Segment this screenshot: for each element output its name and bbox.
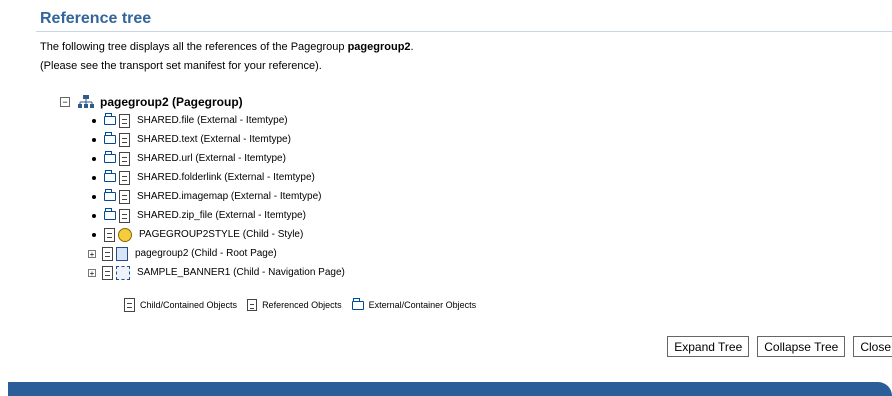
bullet-icon [92,118,96,123]
folder-icon [104,132,116,144]
pagegroup-tree-icon [78,95,94,108]
expand-toggle[interactable]: + [88,249,96,258]
tree-item-label[interactable]: PAGEGROUP2STYLE (Child - Style) [139,229,303,240]
tree-item: + SAMPLE_BANNER1 (Child - Navigation Pag… [60,263,345,282]
legend-referenced: Referenced Objects [247,299,342,311]
bullet-icon [92,194,96,199]
tree-item: PAGEGROUP2STYLE (Child - Style) [60,225,345,244]
folder-icon [351,297,364,310]
page-icon [116,246,128,261]
legend: Child/Contained Objects Referenced Objec… [124,297,486,312]
tree-item: SHARED.zip_file (External - Itemtype) [60,206,345,225]
tree-item-label[interactable]: SHARED.imagemap (External - Itemtype) [137,191,322,202]
legend-external: External/Container Objects [351,297,477,310]
pagegroup-name: pagegroup2 [347,41,411,53]
folder-icon [104,151,116,163]
bullet-icon [92,137,96,142]
button-bar: Expand Tree Collapse Tree Close [667,336,892,357]
close-button[interactable]: Close [853,336,892,357]
referenced-icon [247,299,258,311]
intro-prefix: The following tree displays all the refe… [40,41,348,53]
page-title: Reference tree [40,10,152,27]
bullet-icon [92,232,96,237]
doc-icon [119,189,130,204]
root-collapse-toggle[interactable]: − [60,97,70,107]
tree-item-label[interactable]: pagegroup2 (Child - Root Page) [135,248,277,259]
doc-icon [102,265,113,280]
footer-bar [8,382,892,396]
tree-item: SHARED.folderlink (External - Itemtype) [60,168,345,187]
tree-item: SHARED.url (External - Itemtype) [60,149,345,168]
tree-item: SHARED.text (External - Itemtype) [60,130,345,149]
tree-item-label[interactable]: SHARED.text (External - Itemtype) [137,134,291,145]
tree-item: SHARED.file (External - Itemtype) [60,111,345,130]
doc-icon [119,170,130,185]
doc-icon [119,113,130,128]
page-header: Reference tree [0,0,892,34]
collapse-tree-button[interactable]: Collapse Tree [757,336,846,357]
expand-toggle[interactable]: + [88,268,96,277]
folder-icon [104,208,116,220]
doc-icon [124,298,135,312]
expand-tree-button[interactable]: Expand Tree [667,336,750,357]
header-divider [36,31,892,32]
doc-icon [104,227,115,242]
intro-line-1: The following tree displays all the refe… [40,38,414,57]
bullet-icon [92,213,96,218]
folder-icon [104,113,116,125]
intro-suffix: . [410,41,414,53]
legend-child: Child/Contained Objects [124,298,237,312]
intro-line-2: (Please see the transport set manifest f… [40,60,322,72]
doc-icon [119,151,130,166]
doc-icon [119,132,130,147]
doc-icon [119,208,130,223]
tree-item: SHARED.imagemap (External - Itemtype) [60,187,345,206]
tree-item-label[interactable]: SHARED.url (External - Itemtype) [137,153,286,164]
tree-item-label[interactable]: SHARED.zip_file (External - Itemtype) [137,210,306,221]
legend-child-label: Child/Contained Objects [140,300,238,310]
legend-external-label: External/Container Objects [368,300,477,310]
tree-root: − pagegroup2 (Pagegroup) [60,93,345,111]
tree-root-label[interactable]: pagegroup2 (Pagegroup) [100,95,243,109]
tree-item: + pagegroup2 (Child - Root Page) [60,244,345,263]
tree-item-label[interactable]: SHARED.folderlink (External - Itemtype) [137,172,315,183]
folder-icon [104,189,116,201]
style-icon [118,227,132,242]
tree-item-label[interactable]: SAMPLE_BANNER1 (Child - Navigation Page) [137,267,345,278]
doc-icon [102,246,113,261]
bullet-icon [92,175,96,180]
tree-item-label[interactable]: SHARED.file (External - Itemtype) [137,115,288,126]
folder-icon [104,170,116,182]
legend-referenced-label: Referenced Objects [262,300,342,310]
intro-text: The following tree displays all the refe… [40,38,414,76]
bullet-icon [92,156,96,161]
navigation-page-icon [116,265,130,280]
reference-tree: − pagegroup2 (Pagegroup) SHARED.file (Ex… [60,93,345,282]
